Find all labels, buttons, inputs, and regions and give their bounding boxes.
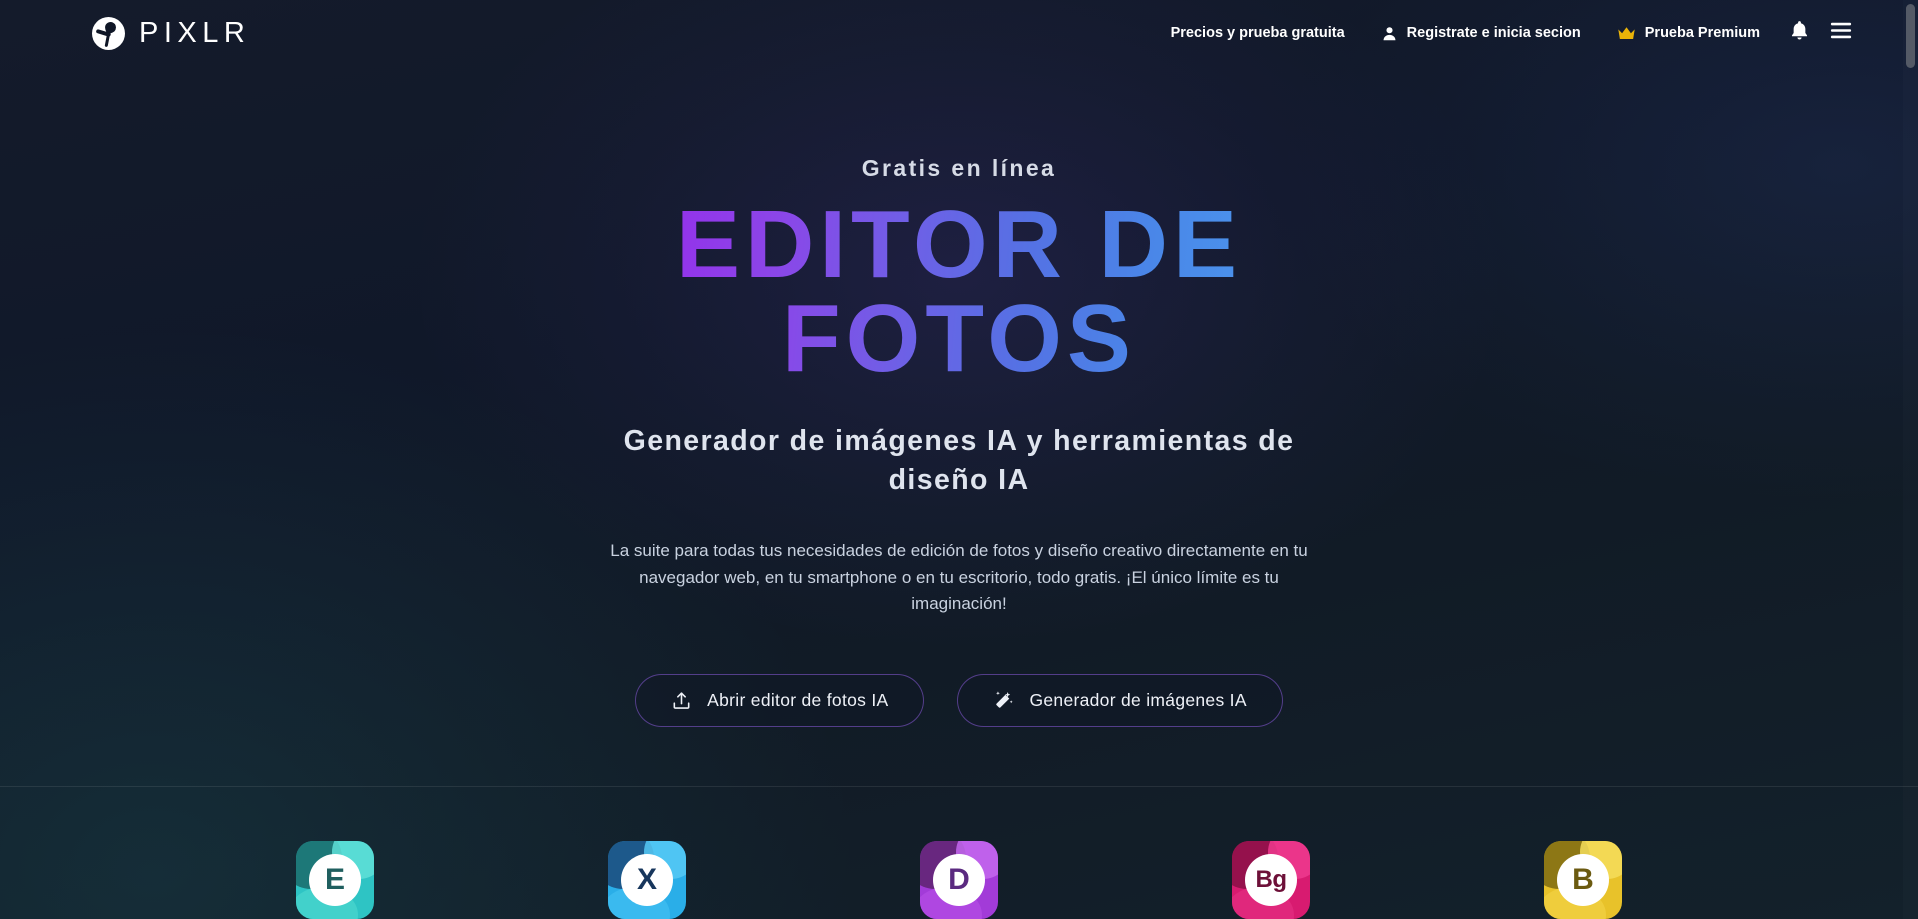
open-photo-editor-button[interactable]: Abrir editor de fotos IA <box>635 674 925 728</box>
brand-name: PIXLR <box>139 16 251 49</box>
app-item-pixlr-x[interactable]: X <box>608 841 686 919</box>
app-item-batch[interactable]: B <box>1544 841 1622 919</box>
page-scrollbar-thumb[interactable] <box>1906 4 1915 68</box>
crown-icon <box>1617 26 1636 41</box>
hero-cta-row: Abrir editor de fotos IA Generador de im… <box>635 674 1283 728</box>
hero-headline-line-1: EDITOR DE <box>676 191 1242 298</box>
hero-description: La suite para todas tus necesidades de e… <box>610 541 1308 613</box>
pixlr-logo-icon <box>92 16 125 50</box>
notifications-button[interactable] <box>1778 12 1820 54</box>
page-scrollbar-track[interactable] <box>1903 0 1918 919</box>
app-letter-express: E <box>309 854 361 906</box>
apps-strip: E X D Bg B <box>0 787 1918 919</box>
app-letter-remove-bg: Bg <box>1245 854 1297 906</box>
app-tile-batch: B <box>1544 841 1622 919</box>
app-letter-designer: D <box>933 854 985 906</box>
nav-right-group: Precios y prueba gratuita Registrate e i… <box>1153 12 1862 54</box>
app-letter-batch: B <box>1557 854 1609 906</box>
bell-icon <box>1790 20 1809 46</box>
top-navigation-bar: PIXLR Precios y prueba gratuita Registra… <box>0 0 1918 66</box>
upload-icon <box>671 690 692 711</box>
hero-headline-line-2: FOTOS <box>782 285 1136 393</box>
ai-image-generator-label: Generador de imágenes IA <box>1029 690 1247 711</box>
magic-wand-icon <box>993 690 1014 711</box>
app-tile-remove-bg: Bg <box>1232 841 1310 919</box>
app-tile-x: X <box>608 841 686 919</box>
app-item-pixlr-designer[interactable]: D <box>920 841 998 919</box>
hero-content: Gratis en línea EDITOR DE FOTOS Generado… <box>0 0 1918 728</box>
app-tile-designer: D <box>920 841 998 919</box>
nav-item-premium-label: Prueba Premium <box>1644 25 1760 41</box>
nav-item-premium[interactable]: Prueba Premium <box>1599 17 1778 49</box>
hero-eyebrow: Gratis en línea <box>861 155 1057 181</box>
app-item-pixlr-express[interactable]: E <box>296 841 374 919</box>
person-icon <box>1381 25 1398 42</box>
pixlr-landing-page: PIXLR Precios y prueba gratuita Registra… <box>0 0 1918 919</box>
nav-item-pricing-label: Precios y prueba gratuita <box>1170 25 1345 41</box>
ai-image-generator-button[interactable]: Generador de imágenes IA <box>957 674 1283 728</box>
app-item-remove-bg[interactable]: Bg <box>1232 841 1310 919</box>
nav-item-pricing[interactable]: Precios y prueba gratuita <box>1153 17 1363 49</box>
hamburger-menu-icon <box>1830 22 1852 44</box>
open-photo-editor-label: Abrir editor de fotos IA <box>707 690 889 711</box>
brand-logo-link[interactable]: PIXLR <box>92 16 251 50</box>
hero-section: PIXLR Precios y prueba gratuita Registra… <box>0 0 1918 786</box>
nav-item-signin-label: Registrate e inicia secion <box>1406 25 1581 41</box>
app-tile-express: E <box>296 841 374 919</box>
hero-headline: EDITOR DE FOTOS <box>676 198 1242 386</box>
hero-subheadline: Generador de imágenes IA y herramientas … <box>623 425 1295 497</box>
app-letter-x: X <box>621 854 673 906</box>
nav-item-signin[interactable]: Registrate e inicia secion <box>1363 17 1599 50</box>
hamburger-menu-button[interactable] <box>1820 12 1862 54</box>
